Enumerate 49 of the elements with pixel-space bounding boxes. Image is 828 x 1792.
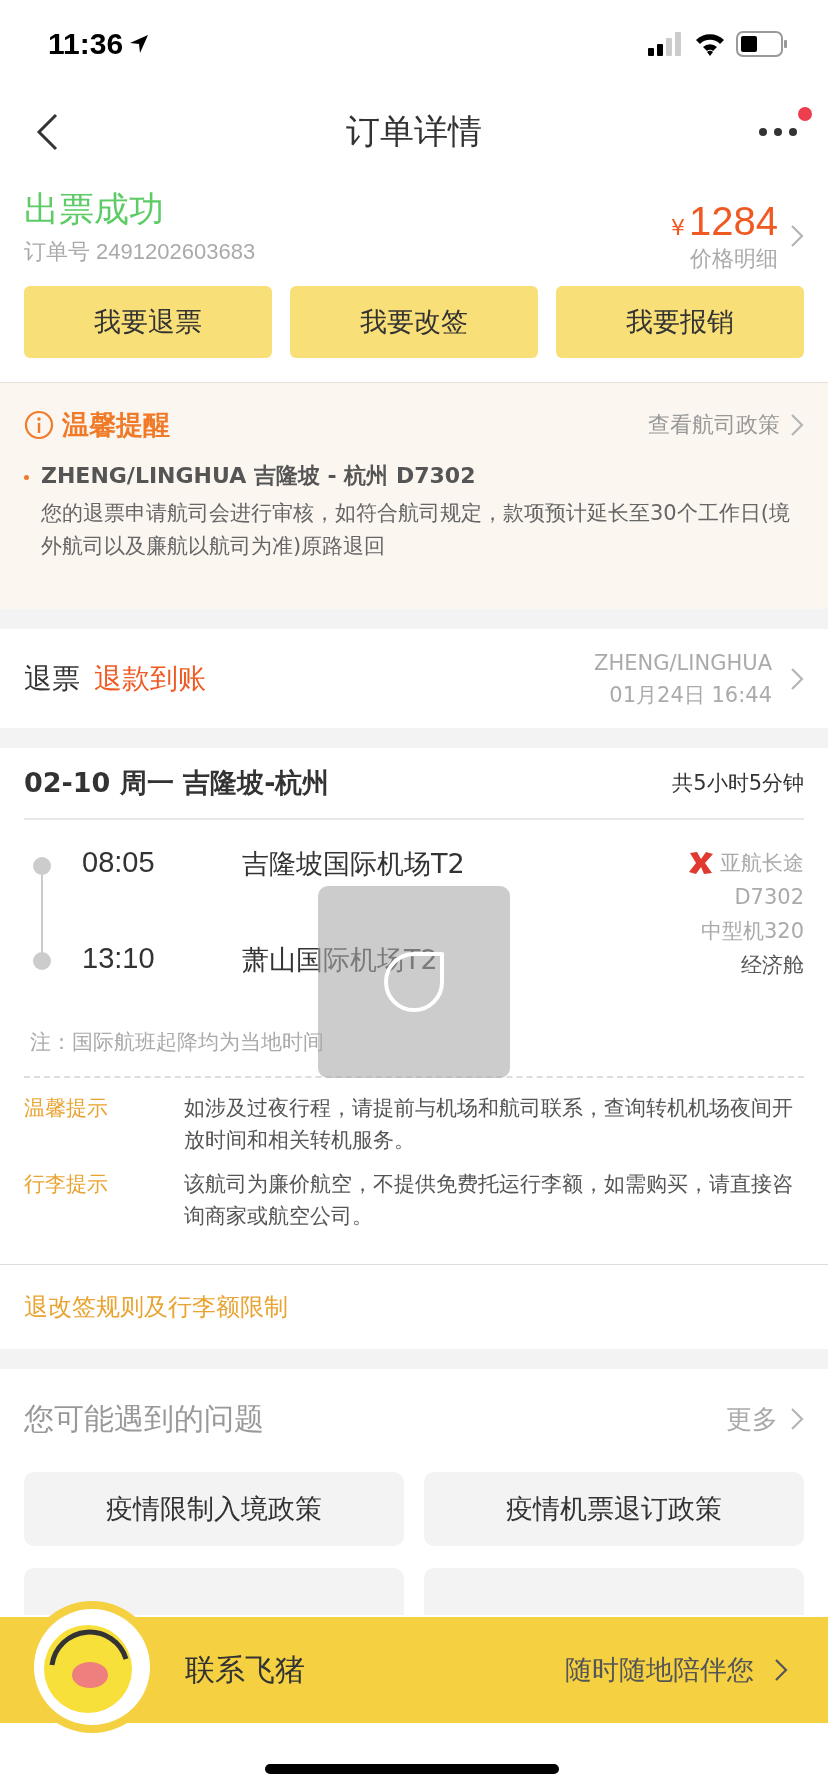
time-note: 注：国际航班起降均为当地时间 (29, 1029, 325, 1056)
action-button[interactable]: 我要报销 (556, 286, 804, 358)
section-title: 您可能遇到的问题 (24, 1399, 264, 1438)
airline-name: 亚航长途 (720, 850, 804, 877)
contact-tagline: 随时随地陪伴您 (565, 1653, 754, 1687)
page-title: 订单详情 (346, 111, 482, 151)
notice-text: 您的退票申请航司会进行审核，如符合航司规定，款项预计延长至30个工作日(境外航司以及廉航以航司为准)原路退回 (41, 500, 791, 560)
more-icon (758, 127, 798, 137)
tip-text: 如涉及过夜行程，请提前与机场和航司联系，查询转机机场夜间开放时间和相关转机服务。 (184, 1095, 794, 1154)
tip-label: 温馨提示 (24, 1095, 109, 1122)
airport-name: 吉隆坡国际机场T2 (242, 847, 465, 881)
notice-heading: ZHENG/LINGHUA 吉隆坡 - 杭州 D7302 (41, 462, 477, 490)
chevron-icon (790, 224, 804, 248)
order-number: 订单号 2491202603683 (24, 238, 256, 266)
tip-text: 该航司为廉价航空，不提供免费托运行李额，如需购买，请直接咨询商家或航空公司。 (184, 1171, 794, 1230)
flight-time: 08:05 (82, 846, 155, 879)
passenger-name: ZHENG/LINGHUA (594, 649, 772, 677)
flight-time: 13:10 (82, 942, 155, 975)
flight-header: 02-10 周一 吉隆坡-杭州 (24, 766, 330, 800)
ticket-status: 出票成功 (24, 188, 165, 231)
chevron-icon (790, 1407, 804, 1431)
notice-title: 温馨提醒 (62, 408, 170, 442)
cabin-class: 经济舱 (741, 952, 804, 979)
refund-type: 退票 (24, 660, 80, 697)
aircraft-type: 中型机320 (700, 918, 804, 945)
contact-label: 联系飞猪 (185, 1650, 305, 1689)
info-icon (24, 410, 54, 440)
question-chip[interactable]: 疫情限制入境政策 (24, 1472, 404, 1546)
airline-logo-icon (688, 851, 714, 875)
refund-status: 退款到账 (94, 660, 206, 697)
price-amount: 1284 (689, 198, 778, 244)
back-icon[interactable] (36, 113, 58, 151)
location-arrow-icon (129, 34, 150, 54)
flight-number: D7302 (734, 884, 804, 911)
refund-time: 01月24日 16:44 (609, 681, 772, 709)
signal-icon (648, 32, 684, 56)
chevron-icon (790, 666, 804, 691)
action-button[interactable]: 我要改签 (290, 286, 538, 358)
chevron-icon (790, 413, 804, 437)
bullet-dot (24, 475, 29, 480)
battery-icon (736, 31, 788, 57)
question-chip[interactable]: 疫情机票退订政策 (424, 1472, 804, 1546)
flight-duration: 共5小时5分钟 (672, 770, 804, 797)
tip-label: 行李提示 (24, 1171, 109, 1198)
currency-symbol: ¥ (671, 214, 685, 240)
action-button[interactable]: 我要退票 (24, 286, 272, 358)
wifi-icon (694, 32, 726, 56)
clock-time: 11:36 (48, 27, 124, 61)
chevron-icon (774, 1658, 788, 1682)
